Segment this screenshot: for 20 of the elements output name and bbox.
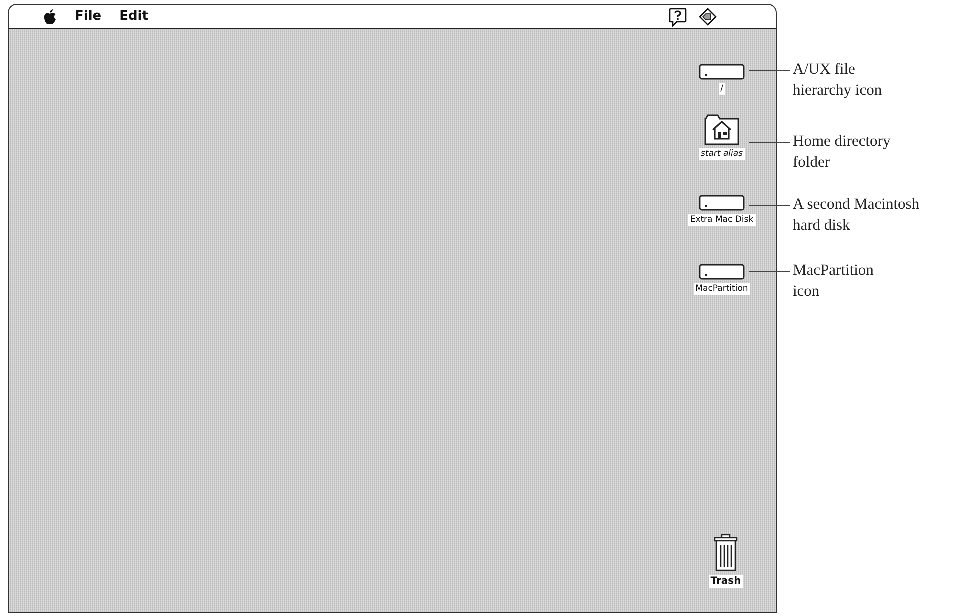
callout-text: MacPartition icon — [792, 261, 874, 302]
callout-text: Home directory folder — [792, 132, 891, 173]
leader-line — [749, 142, 790, 144]
trash-can-icon[interactable] — [713, 534, 739, 572]
icon-label: / — [718, 83, 726, 95]
apple-menu-icon[interactable] — [43, 8, 57, 24]
icon-label: Extra Mac Disk — [688, 214, 756, 226]
callout-text: A second Macintosh hard disk — [792, 195, 920, 236]
menu-item[interactable]: File — [75, 9, 102, 24]
callout-text: A/UX file hierarchy icon — [792, 60, 882, 101]
leader-line — [749, 205, 790, 206]
icon-label: start alias — [698, 148, 746, 160]
application-menu-icon[interactable] — [698, 6, 718, 26]
home-folder-icon[interactable] — [704, 114, 740, 146]
icon-label: Trash — [708, 575, 744, 588]
menu-item[interactable]: Edit — [120, 9, 148, 24]
leader-line — [749, 70, 790, 72]
leader-line — [749, 271, 790, 272]
help-icon[interactable] — [668, 6, 688, 26]
icon-label: MacPartition — [694, 283, 750, 295]
